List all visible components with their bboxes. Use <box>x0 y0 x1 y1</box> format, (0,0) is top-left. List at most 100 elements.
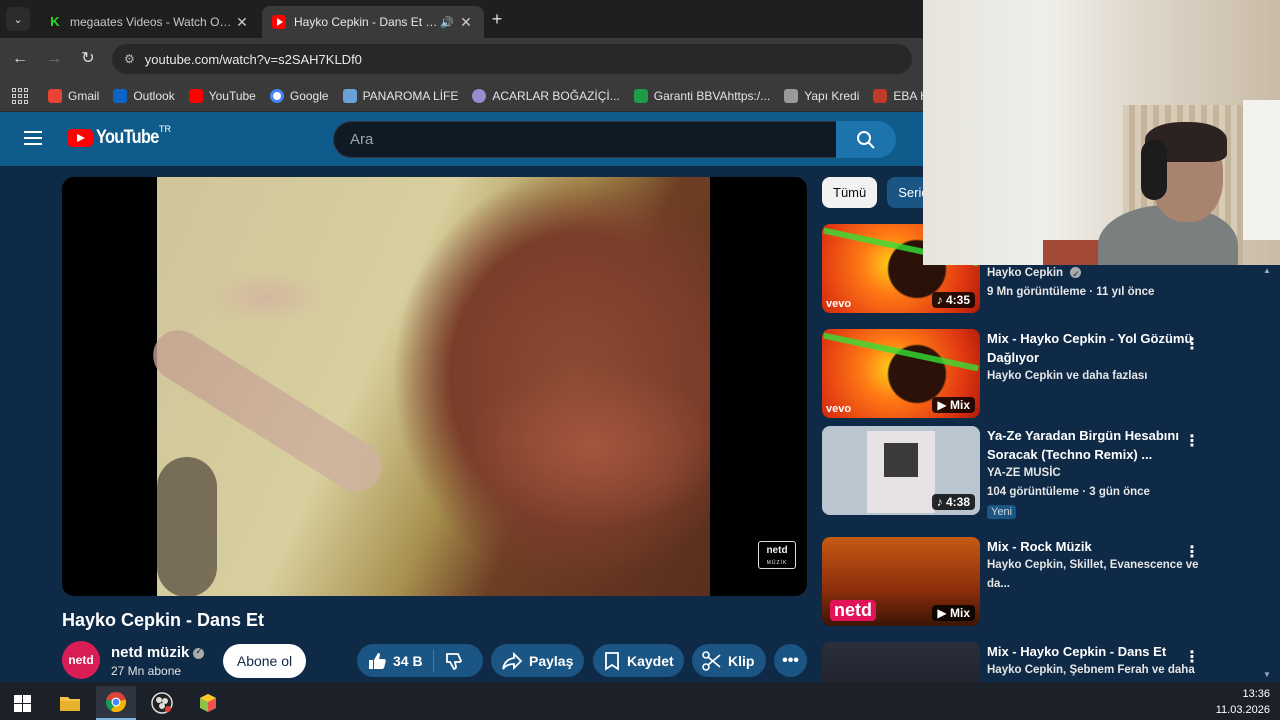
forward-button[interactable]: → <box>42 47 66 71</box>
video-thumbnail[interactable]: netd ▶ Mix <box>822 537 980 626</box>
close-tab-icon[interactable]: ✕ <box>234 14 250 31</box>
file-explorer-button[interactable] <box>50 686 90 720</box>
channel-avatar[interactable]: netd <box>62 641 100 679</box>
tab-search-button[interactable]: ⌄ <box>6 7 30 31</box>
video-thumbnail[interactable]: ▶ Mix <box>822 329 980 418</box>
taskbar: 13:36 11.03.2026 <box>0 682 1280 720</box>
apps-grid-icon[interactable] <box>12 87 28 104</box>
video-title[interactable]: Mix - Hayko Cepkin - Dans Et <box>987 642 1207 661</box>
bookmark-youtube[interactable]: YouTube <box>188 88 256 103</box>
clock-time: 13:36 <box>1242 688 1270 700</box>
duration-text: 4:35 <box>945 293 970 307</box>
bookmark-gmail[interactable]: Gmail <box>48 88 100 103</box>
tab-hayko-cepkin[interactable]: Hayko Cepkin - Dans Et - Yo 🔊 ✕ <box>262 6 484 38</box>
bookmark-acarlar[interactable]: ACARLAR BOĞAZİÇİ... <box>472 88 620 103</box>
obs-taskbar-button[interactable] <box>142 686 182 720</box>
duration-badge: ♪ 4:38 <box>931 494 975 510</box>
more-options-icon[interactable]: ⋮ <box>1184 335 1200 355</box>
bookmark-label: Outlook <box>133 88 175 103</box>
bookmark-outlook[interactable]: Outlook <box>113 88 175 103</box>
bookmark-label: Yapı Kredi <box>804 88 860 103</box>
video-title[interactable]: Ya-Ze Yaradan Birgün Hesabını Soracak (T… <box>987 426 1207 464</box>
bookmark-google[interactable]: Google <box>269 88 329 103</box>
share-button[interactable]: Paylaş <box>491 644 584 677</box>
search-button[interactable] <box>836 121 896 158</box>
app-taskbar-button[interactable] <box>188 686 228 720</box>
menu-icon[interactable] <box>24 131 42 145</box>
speaker-icon[interactable]: 🔊 <box>440 16 458 29</box>
more-options-icon[interactable]: ⋮ <box>1184 432 1200 452</box>
logo-text: YouTube <box>96 127 159 148</box>
new-badge: Yeni <box>987 505 1017 519</box>
recommendation-item[interactable]: ♪ 4:38 Ya-Ze Yaradan Birgün Hesabını Sor… <box>822 426 1272 519</box>
channel-name[interactable]: Hayko Cepkin, Skillet, Evanescence ve da… <box>987 556 1207 594</box>
recommendation-item[interactable]: Mix - Hayko Cepkin - Dans Et Hayko Cepki… <box>822 642 1272 682</box>
subscriber-count: 27 Mn abone <box>111 664 182 678</box>
video-meta: 9 Mn görüntüleme · 11 yıl önce <box>987 286 1155 298</box>
recommendation-item[interactable]: ▶ Mix Mix - Hayko Cepkin - Yol Gözümü Da… <box>822 329 1272 419</box>
acarlar-icon <box>472 88 487 103</box>
video-player[interactable]: netd MÜZİK <box>62 177 807 596</box>
windows-start-button[interactable] <box>2 686 42 720</box>
back-button[interactable]: ← <box>8 47 32 71</box>
obs-icon <box>151 692 173 714</box>
bookmark-label: Gmail <box>68 88 100 103</box>
bookmark-label: YouTube <box>208 88 256 103</box>
bookmark-panaroma[interactable]: PANAROMA LİFE <box>342 88 459 103</box>
cube-icon <box>200 694 216 712</box>
clip-label: Klip <box>728 652 755 669</box>
netd-watermark: netd MÜZİK <box>758 541 796 569</box>
bookmark-garanti[interactable]: Garanti BBVAhttps:/... <box>633 88 770 103</box>
channel-name-text: netd müzik <box>111 644 190 661</box>
channel-text: Hayko Cepkin <box>987 267 1064 279</box>
clip-button[interactable]: Klip <box>692 644 766 677</box>
search-input[interactable]: Ara <box>333 121 837 158</box>
site-info-icon[interactable]: ⚙ <box>124 52 135 66</box>
channel-name[interactable]: Hayko Cepkin, Şebnem Ferah ve daha fa... <box>987 661 1207 682</box>
channel-name[interactable]: YA-ZE MUSİC <box>987 464 1207 483</box>
scroll-down-arrow[interactable]: ▼ <box>1263 670 1271 679</box>
new-tab-button[interactable]: + <box>486 9 508 31</box>
subscribe-button[interactable]: Abone ol <box>223 644 306 678</box>
more-options-icon[interactable]: ⋮ <box>1184 648 1200 668</box>
video-frame <box>143 177 710 596</box>
like-button[interactable]: 34 B <box>357 644 433 677</box>
channel-name[interactable]: Hayko Cepkin ve daha fazlası <box>987 367 1207 386</box>
close-tab-icon[interactable]: ✕ <box>458 14 474 31</box>
system-clock[interactable]: 13:36 11.03.2026 <box>1216 686 1270 718</box>
folder-icon <box>60 697 80 711</box>
video-title: Hayko Cepkin - Dans Et <box>62 610 265 630</box>
video-thumbnail[interactable]: ♪ 4:38 <box>822 426 980 515</box>
gmail-icon <box>48 88 62 103</box>
more-options-icon[interactable]: ⋮ <box>1184 543 1200 563</box>
tab-megaates[interactable]: K megaates Videos - Watch On-D ✕ <box>38 6 260 38</box>
address-bar[interactable]: ⚙ youtube.com/watch?v=s2SAH7KLDf0 <box>112 44 912 74</box>
bookmark-label: PANAROMA LİFE <box>362 88 459 103</box>
country-code: TR <box>159 124 171 134</box>
youtube-logo[interactable]: YouTube TR <box>67 124 171 149</box>
save-label: Kaydet <box>627 652 674 669</box>
bookmark-yapi-kredi[interactable]: Yapı Kredi <box>784 88 860 103</box>
scroll-up-arrow[interactable]: ▲ <box>1263 266 1271 275</box>
chrome-taskbar-button[interactable] <box>96 686 136 720</box>
video-title[interactable]: Mix - Rock Müzik <box>987 537 1207 556</box>
channel-name[interactable]: Hayko Cepkin <box>987 264 1207 284</box>
bookmark-icon <box>605 651 619 671</box>
chip-all[interactable]: Tümü <box>822 177 878 208</box>
video-thumbnail[interactable] <box>822 642 980 682</box>
bookmark-label: Google <box>289 88 329 103</box>
save-button[interactable]: Kaydet <box>593 644 684 677</box>
recommendation-item[interactable]: netd ▶ Mix Mix - Rock Müzik Hayko Cepkin… <box>822 537 1272 627</box>
thumbs-up-icon <box>369 652 386 669</box>
channel-name[interactable]: netd müzik <box>111 644 205 661</box>
duration-text: 4:38 <box>945 495 970 509</box>
video-title[interactable]: Mix - Hayko Cepkin - Yol Gözümü Dağlıyor <box>987 329 1207 367</box>
reload-button[interactable]: ↻ <box>76 47 100 71</box>
yapi-kredi-icon <box>784 88 799 103</box>
more-actions-button[interactable]: ••• <box>774 644 807 677</box>
youtube-play-icon <box>67 129 93 147</box>
url-text: youtube.com/watch?v=s2SAH7KLDf0 <box>144 51 362 67</box>
dislike-button[interactable] <box>434 644 480 677</box>
outlook-icon <box>113 88 128 103</box>
tab-title: Hayko Cepkin - Dans Et - Yo <box>294 15 440 29</box>
